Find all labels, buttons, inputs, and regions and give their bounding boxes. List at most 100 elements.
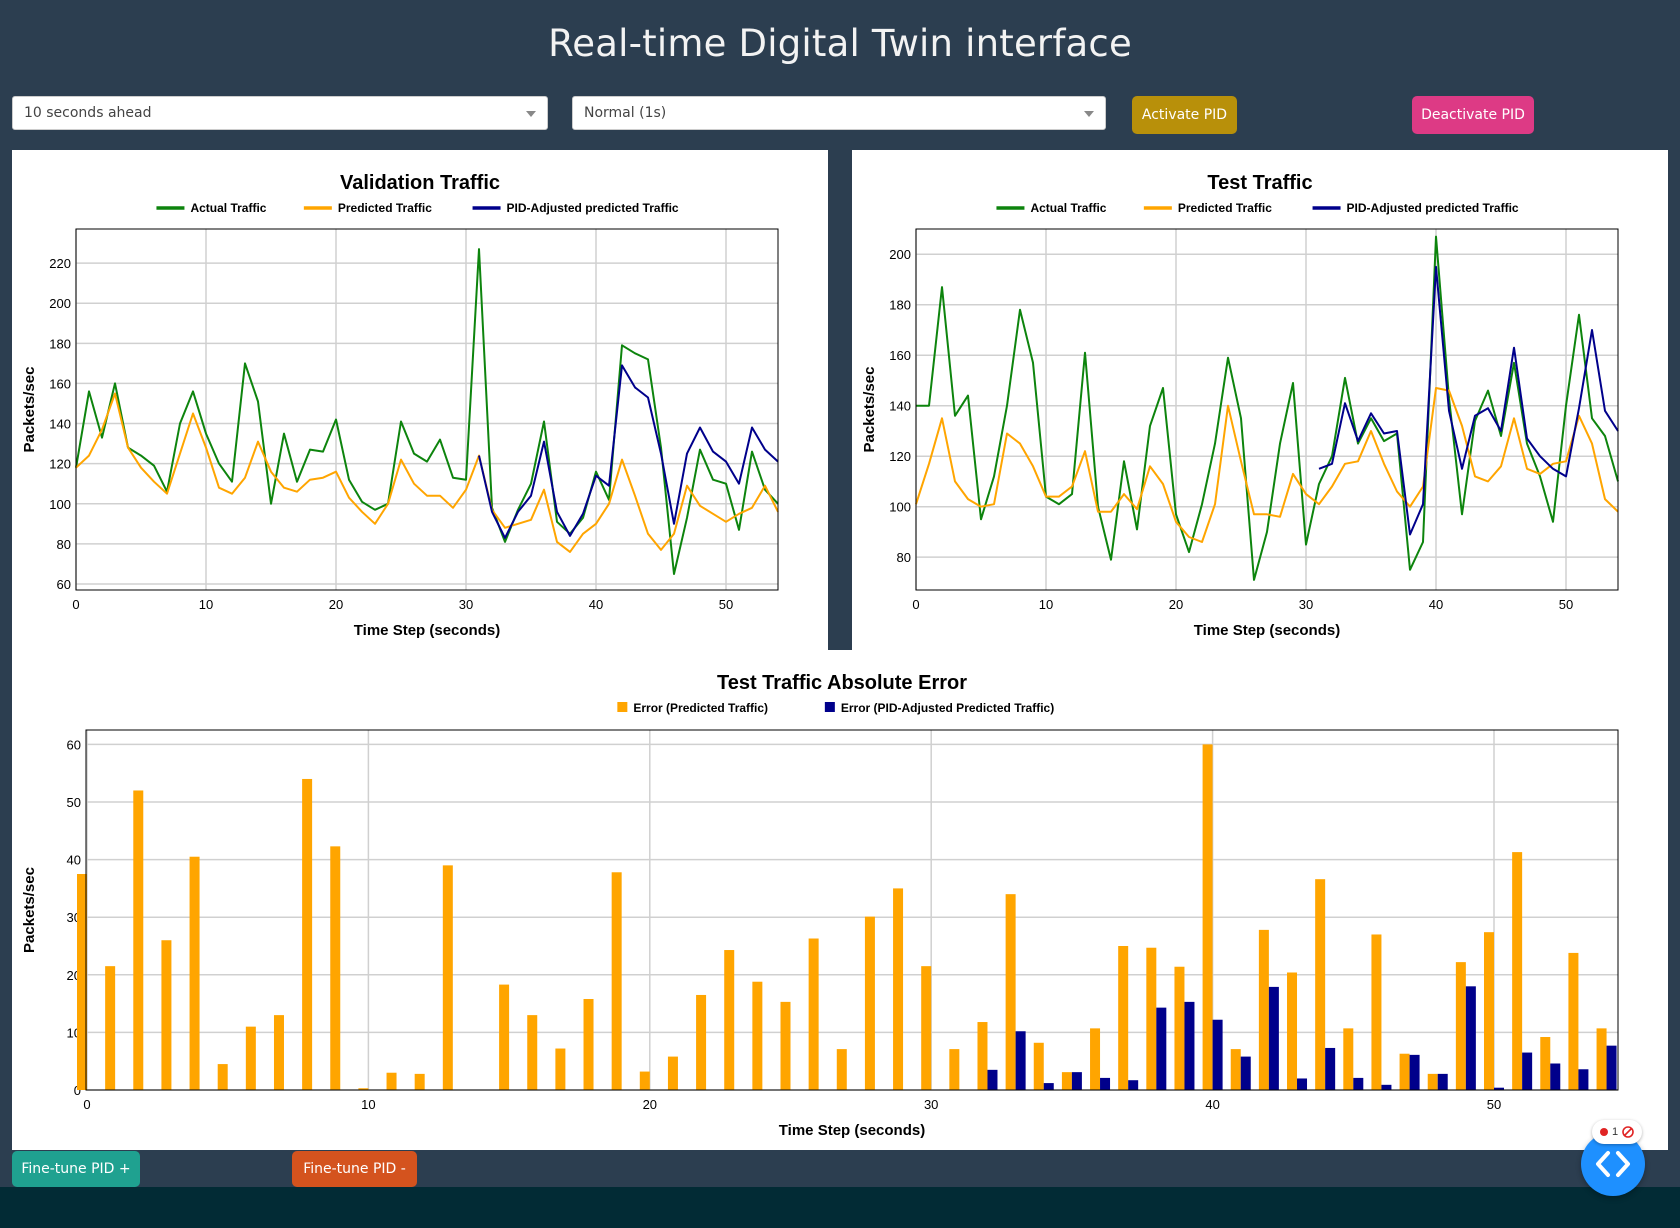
error-bar-predicted [1146, 947, 1157, 1090]
error-bar-predicted [893, 888, 904, 1090]
legend-label: Error (Predicted Traffic) [633, 701, 768, 715]
x-tick-label: 40 [1429, 597, 1443, 612]
y-tick-label: 80 [897, 550, 911, 565]
error-bar-predicted [217, 1064, 228, 1090]
x-axis-label: Time Step (seconds) [779, 1122, 925, 1139]
plot-frame [915, 228, 1619, 591]
error-bar-predicted [864, 916, 875, 1090]
y-tick-label: 180 [49, 336, 71, 351]
legend-swatch [824, 702, 835, 712]
x-tick-label: 0 [912, 597, 919, 612]
error-bar-predicted [133, 790, 144, 1090]
error-bar-predicted [386, 1072, 397, 1090]
x-tick-label: 20 [1169, 597, 1183, 612]
absolute-error-panel: Test Traffic Absolute Error 0 10 20 30 40 50 0 1… [12, 650, 1668, 1150]
x-tick-label: 50 [1559, 597, 1573, 612]
error-bar-predicted [1174, 966, 1185, 1090]
error-bar-predicted [1399, 1053, 1410, 1090]
error-bar-predicted [1258, 929, 1269, 1090]
x-tick-label: 50 [719, 597, 733, 612]
error-bar-pid [1409, 1054, 1420, 1090]
finetune-pid-plus-button[interactable]: Fine-tune PID + [12, 1151, 140, 1187]
x-tick-label: 50 [1487, 1097, 1501, 1112]
x-tick-label: 20 [329, 597, 343, 612]
error-bar-predicted [780, 1001, 791, 1090]
x-tick-label: 0 [72, 597, 79, 612]
x-tick-label: 0 [83, 1097, 90, 1112]
error-bar-predicted [1033, 1042, 1044, 1090]
error-bar-predicted [611, 872, 622, 1090]
x-axis-label: Time Step (seconds) [1194, 622, 1340, 639]
error-bar-predicted [1427, 1073, 1438, 1090]
error-bar-predicted [1568, 952, 1579, 1090]
y-tick-label: 60 [67, 737, 81, 752]
error-bar-pid [1268, 986, 1279, 1090]
y-tick-label: 200 [889, 247, 911, 262]
error-bar-predicted [1090, 1028, 1101, 1090]
error-bar-predicted [977, 1022, 988, 1090]
y-tick-label: 140 [889, 399, 911, 414]
error-bar-pid [1578, 1069, 1589, 1090]
chart-title: Test Traffic Absolute Error [717, 672, 967, 694]
page-title: Real-time Digital Twin interface [548, 22, 1132, 65]
error-bar-predicted [1061, 1072, 1072, 1090]
finetune-pid-minus-button[interactable]: Fine-tune PID - [292, 1151, 417, 1187]
test-traffic-chart: Test Traffic 0 10 20 30 40 50 80 100 120 140 160 180… [861, 172, 1619, 639]
error-bar-predicted [442, 865, 453, 1090]
y-axis-label: Packets/sec [21, 367, 38, 453]
error-bar-pid [1015, 1031, 1026, 1090]
horizon-select[interactable]: 10 seconds ahead [12, 96, 548, 130]
y-tick-label: 100 [49, 497, 71, 512]
plot-frame [85, 729, 1619, 1091]
error-bar-predicted [273, 1015, 284, 1090]
x-axis-label: Time Step (seconds) [354, 622, 500, 639]
error-bar-predicted [1455, 962, 1466, 1090]
legend-label: Predicted Traffic [338, 201, 432, 215]
y-tick-label: 200 [49, 296, 71, 311]
y-tick-label: 160 [49, 376, 71, 391]
x-tick-label: 10 [199, 597, 213, 612]
error-bar-predicted [667, 1056, 678, 1090]
error-bar-predicted [1596, 1028, 1607, 1090]
error-bar-pid [1184, 1001, 1195, 1090]
y-tick-label: 50 [67, 795, 81, 810]
y-axis-label: Packets/sec [21, 867, 38, 953]
y-tick-label: 40 [67, 853, 81, 868]
error-bar-predicted [555, 1048, 566, 1090]
deactivate-pid-button[interactable]: Deactivate PID [1412, 96, 1534, 134]
error-bar-predicted [414, 1073, 425, 1090]
error-bar-pid [1437, 1073, 1448, 1090]
error-bar-predicted [330, 846, 341, 1090]
error-bar-pid [1100, 1077, 1111, 1090]
legend-label: Actual Traffic [190, 201, 266, 215]
error-bar-predicted [527, 1015, 538, 1090]
debug-badge[interactable]: 1 [1592, 1120, 1642, 1144]
test-traffic-panel: Test Traffic 0 10 20 30 40 50 80 100 120 140 160 180… [852, 150, 1668, 650]
speed-select[interactable]: Normal (1s) [572, 96, 1106, 130]
error-bar-predicted [1484, 932, 1494, 1090]
error-bar-predicted [836, 1049, 847, 1090]
error-bar-predicted [1287, 972, 1298, 1090]
x-tick-label: 30 [459, 597, 473, 612]
error-bar-predicted [752, 981, 763, 1090]
series-line [916, 235, 1619, 581]
absolute-error-chart: Test Traffic Absolute Error0 10 20 30 40 5001… [21, 672, 1619, 1139]
footer-bar [0, 1187, 1680, 1228]
series-line [915, 387, 1619, 543]
y-tick-label: 180 [889, 298, 911, 313]
chart-title: Validation Traffic [340, 172, 500, 194]
error-bar-predicted [724, 950, 735, 1090]
error-bar-pid [1465, 986, 1476, 1090]
error-bar-predicted [696, 994, 707, 1090]
activate-pid-button[interactable]: Activate PID [1132, 96, 1237, 134]
error-bar-predicted [639, 1071, 650, 1090]
y-tick-label: 120 [49, 457, 71, 472]
error-bar-predicted [1118, 946, 1129, 1090]
legend-label: Actual Traffic [1030, 201, 1106, 215]
x-tick-label: 10 [1039, 597, 1053, 612]
x-tick-label: 40 [589, 597, 603, 612]
badge-count: 1 [1611, 1126, 1619, 1138]
horizon-select-value: 10 seconds ahead [24, 105, 152, 121]
series-line [75, 392, 779, 553]
error-bar-predicted [1512, 852, 1523, 1090]
